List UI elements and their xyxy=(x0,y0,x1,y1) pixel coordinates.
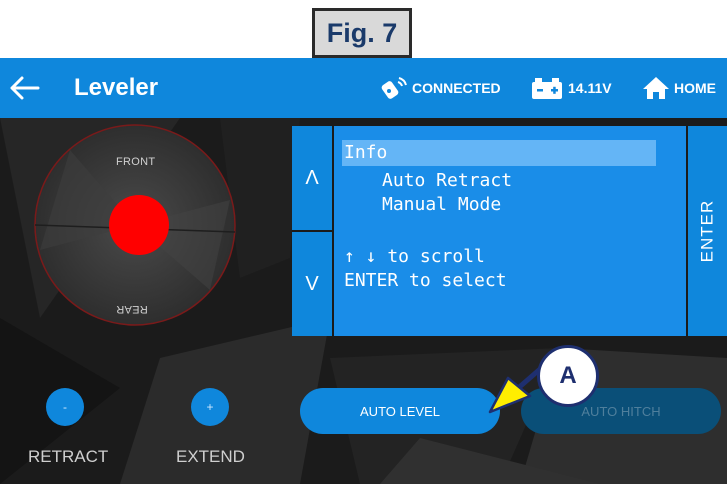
info-menu-screen: Info Auto Retract Manual Mode ↑ ↓ to scr… xyxy=(334,126,686,336)
enter-label: ENTER xyxy=(697,199,717,263)
auto-level-button[interactable]: AUTO LEVEL xyxy=(300,388,500,434)
app-bar: Leveler CONNECTED 14.11V HOME xyxy=(0,58,727,118)
select-help-text: ENTER to select xyxy=(344,270,507,291)
figure-label: Fig. 7 xyxy=(312,8,412,58)
home-button[interactable]: HOME xyxy=(642,76,716,100)
page-title: Leveler xyxy=(74,74,159,101)
leveler-joystick[interactable] xyxy=(30,120,240,330)
extend-label: EXTEND xyxy=(176,447,245,466)
device-screen: Leveler CONNECTED 14.11V HOME FRONT REAR… xyxy=(0,58,727,484)
menu-item-manual-mode[interactable]: Manual Mode xyxy=(382,192,501,218)
rear-label: REAR xyxy=(116,303,148,315)
battery-icon xyxy=(532,78,562,99)
joystick-ball xyxy=(109,195,169,255)
retract-button[interactable]: - xyxy=(46,388,84,426)
home-icon xyxy=(643,77,669,99)
callout-marker: A xyxy=(537,345,599,407)
battery-voltage: 14.11V xyxy=(568,80,612,96)
scroll-help-text: ↑ ↓ to scroll xyxy=(344,246,485,267)
connection-status: CONNECTED xyxy=(380,76,501,100)
back-arrow-icon[interactable] xyxy=(6,70,42,106)
menu-item-info[interactable]: Info xyxy=(342,140,656,166)
menu-item-auto-retract[interactable]: Auto Retract xyxy=(382,168,512,194)
scroll-up-button[interactable]: Λ xyxy=(292,126,332,230)
battery-status: 14.11V xyxy=(530,76,612,100)
scroll-down-button[interactable]: V xyxy=(292,232,332,336)
home-label: HOME xyxy=(674,80,716,96)
enter-button[interactable]: ENTER xyxy=(688,126,727,336)
remote-connected-icon xyxy=(381,77,407,99)
extend-button[interactable]: + xyxy=(191,388,229,426)
connection-label: CONNECTED xyxy=(412,80,501,96)
front-label: FRONT xyxy=(116,156,156,168)
retract-label: RETRACT xyxy=(28,447,109,466)
